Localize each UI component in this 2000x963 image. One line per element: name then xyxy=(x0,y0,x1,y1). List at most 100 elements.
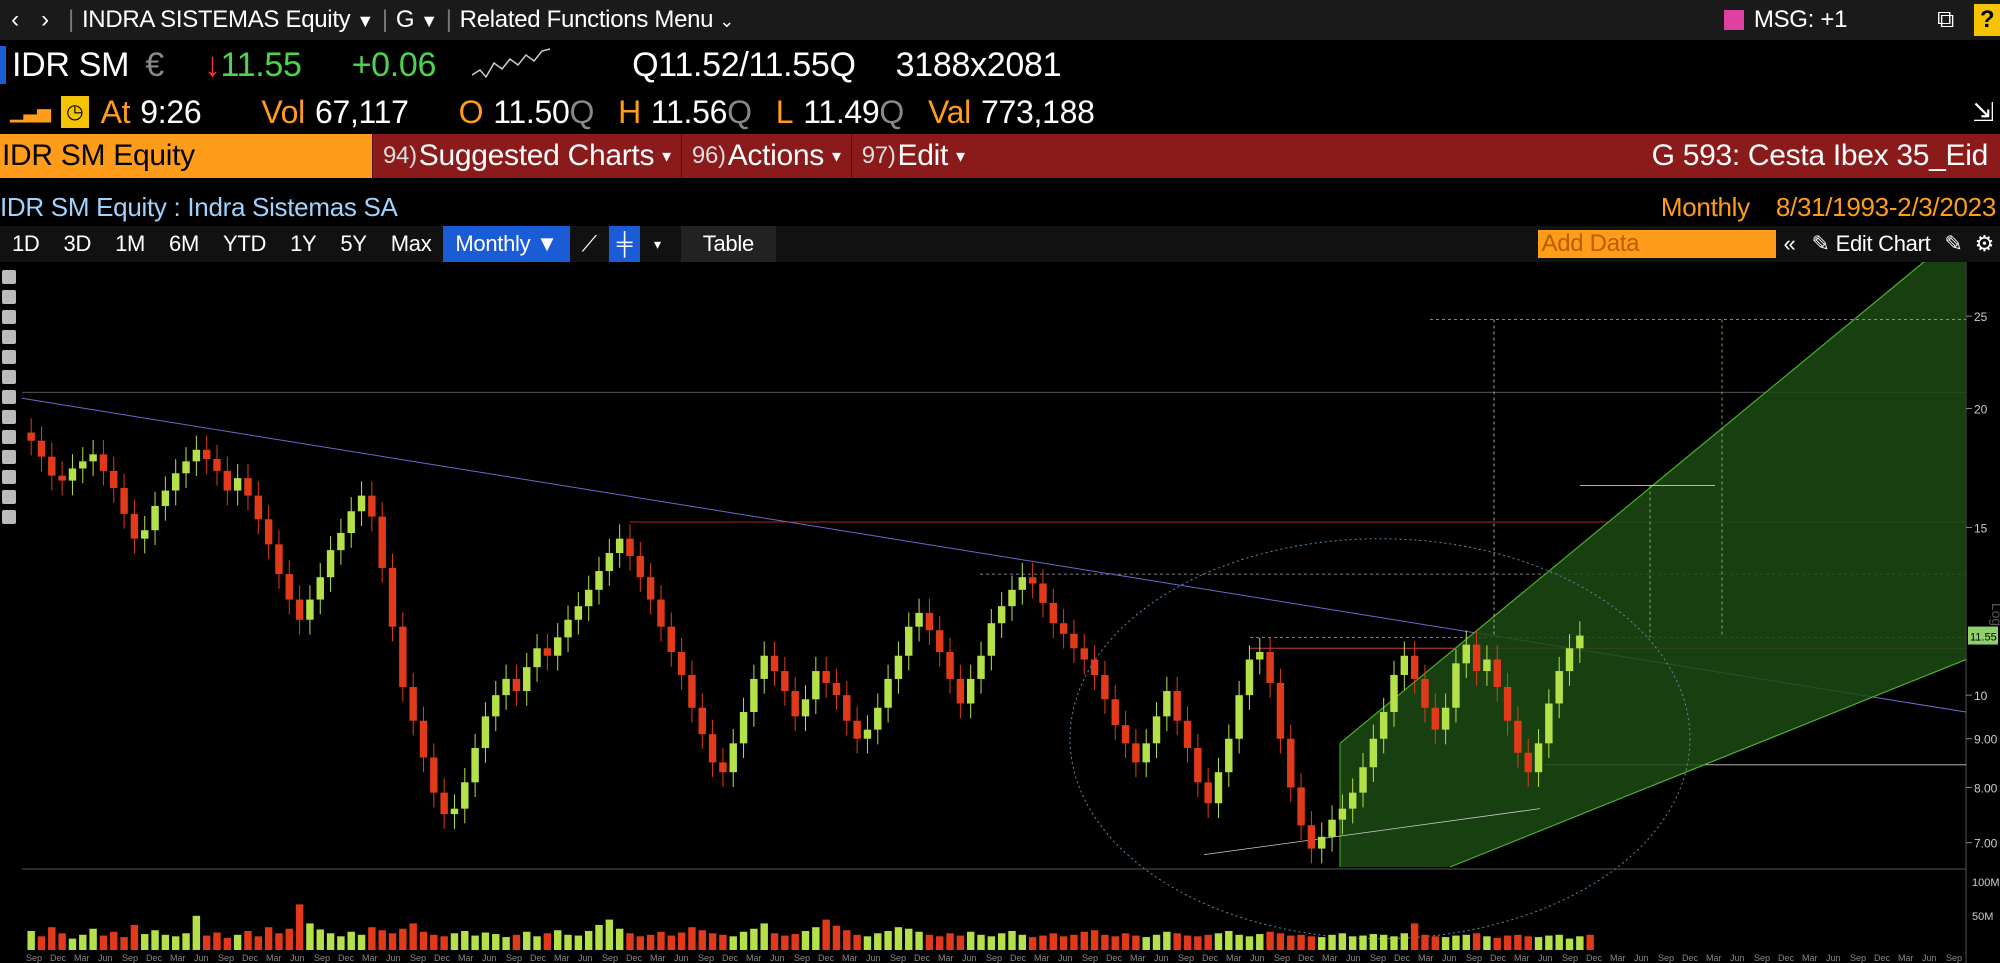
window-icon[interactable]: ⧉ xyxy=(1937,6,1954,34)
edit-menu[interactable]: 97) Edit ▾ xyxy=(850,134,975,178)
volume-bar xyxy=(1348,936,1357,950)
candle-body xyxy=(502,678,510,696)
candle-body xyxy=(141,530,149,539)
message-count[interactable]: MSG: +1 xyxy=(1754,6,1848,34)
candle-body xyxy=(595,571,603,590)
related-functions-menu[interactable]: Related Functions Menu ⌄ xyxy=(460,6,735,34)
range-max[interactable]: Max xyxy=(379,226,444,262)
volume-bar xyxy=(977,934,985,950)
candlestick-icon[interactable]: ╪ xyxy=(608,226,641,262)
frequency-dropdown[interactable]: Monthly ▼ xyxy=(443,226,570,262)
basket-label[interactable]: G 593: Cesta Ibex 35_Eid xyxy=(1652,139,1989,173)
back-arrow-icon[interactable]: ‹ xyxy=(0,6,30,34)
candle-body xyxy=(987,623,996,656)
add-data-input[interactable]: Add Data xyxy=(1537,230,1776,258)
suggested-charts-menu[interactable]: 94) Suggested Charts ▾ xyxy=(372,134,681,178)
x-tick-label: Mar xyxy=(74,953,90,963)
range-ytd[interactable]: YTD xyxy=(211,226,278,262)
settings-gear-icon[interactable]: ⚙ xyxy=(1969,226,2000,262)
chart-type-dropdown-icon[interactable]: ▾ xyxy=(640,226,675,262)
candle-body xyxy=(801,699,810,717)
candle-body xyxy=(605,553,614,572)
volume-bar xyxy=(1400,933,1409,950)
volume-bar xyxy=(502,937,510,950)
volume-bar xyxy=(1256,934,1264,950)
edit-chart-label: Edit Chart xyxy=(1835,231,1931,256)
price-chart[interactable]: 25 20 15 10 9.00 8.00 7.00 Log 11.55 100M 50M Sep De… xyxy=(0,262,2000,963)
volume-bar xyxy=(368,927,376,950)
candle-body xyxy=(1008,589,1016,607)
volume-bar xyxy=(275,933,283,950)
candle-body xyxy=(1235,695,1243,739)
candle-body xyxy=(1462,644,1470,664)
range-6m[interactable]: 6M xyxy=(157,226,211,262)
export-icon[interactable]: ⇲ xyxy=(1973,97,1995,128)
range-1y[interactable]: 1Y xyxy=(278,226,328,262)
volume-bar xyxy=(337,936,345,950)
candle-body xyxy=(275,544,283,575)
volume-bar xyxy=(584,931,593,950)
candle-body xyxy=(760,655,768,679)
x-tick-label: Mar xyxy=(1898,953,1914,963)
chart-info-row: IDR SM Equity : Indra Sistemas SA Monthl… xyxy=(0,188,2000,226)
candle-body xyxy=(1111,699,1119,726)
range-1m[interactable]: 1M xyxy=(103,226,157,262)
actions-menu[interactable]: 96) Actions ▾ xyxy=(680,134,851,178)
volume-bar xyxy=(1059,936,1068,950)
x-tick-label: Mar xyxy=(1514,953,1530,963)
candle-body xyxy=(1493,659,1501,687)
x-tick-label: Sep xyxy=(218,953,234,963)
volume-bar xyxy=(37,936,46,950)
open-label: O xyxy=(458,93,484,130)
candle-body xyxy=(68,468,77,481)
function-selector[interactable]: G ▼ xyxy=(396,6,438,34)
candle-body xyxy=(791,691,799,717)
message-icon[interactable] xyxy=(1723,10,1744,30)
range-1d[interactable]: 1D xyxy=(0,226,52,262)
candle-body xyxy=(1173,691,1181,721)
edit-chart-button[interactable]: ✎ Edit Chart xyxy=(1803,226,1938,262)
x-tick-label: Jun xyxy=(674,953,689,963)
volume-bar xyxy=(987,936,996,950)
volume-bar xyxy=(1287,935,1295,950)
volume-bar xyxy=(409,923,417,950)
security-ticker-box[interactable]: IDR SM Equity xyxy=(0,134,372,178)
candle-body xyxy=(1421,678,1429,708)
range-5y[interactable]: 5Y xyxy=(328,226,378,262)
chart-canvas[interactable]: 25 20 15 10 9.00 8.00 7.00 Log 11.55 100M 50M Sep De… xyxy=(0,262,2000,963)
volume-bar xyxy=(399,928,407,950)
table-button[interactable]: Table xyxy=(680,226,776,262)
forward-arrow-icon[interactable]: › xyxy=(30,6,60,34)
volume-bar xyxy=(1049,933,1058,950)
candle-body xyxy=(574,606,583,620)
x-tick-label: Sep xyxy=(1274,953,1290,963)
candle-body xyxy=(368,495,376,517)
line-chart-icon[interactable]: ⟋ xyxy=(570,226,609,262)
chevron-down-icon: ▼ xyxy=(356,11,374,31)
bid-ask: Q11.52/11.55Q xyxy=(632,45,856,84)
function-label: G xyxy=(395,6,415,33)
x-tick-label: Jun xyxy=(1346,953,1361,963)
volume-bar xyxy=(1586,934,1594,950)
security-selector[interactable]: INDRA SISTEMAS Equity ▼ xyxy=(82,6,374,34)
candle-body xyxy=(347,511,355,534)
volume-bar xyxy=(636,936,645,950)
candle-body xyxy=(1307,825,1316,849)
help-icon[interactable]: ? xyxy=(1974,4,2000,36)
high-q: Q xyxy=(727,93,752,130)
candle-body xyxy=(388,567,397,627)
candle-body xyxy=(27,432,35,441)
candle-body xyxy=(1297,787,1305,826)
volume-bar xyxy=(1276,933,1285,950)
volume-bar xyxy=(770,933,779,950)
x-tick-label: Dec xyxy=(1202,953,1219,963)
x-tick-label: Jun xyxy=(962,953,977,963)
candle-body xyxy=(822,671,830,683)
edit-icon[interactable]: ✎ xyxy=(1938,226,1968,262)
x-tick-label: Sep xyxy=(1178,953,1194,963)
range-3d[interactable]: 3D xyxy=(52,226,104,262)
candle-body xyxy=(966,678,975,704)
collapse-icon[interactable]: « xyxy=(1776,226,1804,262)
candle-body xyxy=(832,682,841,696)
volume-bar xyxy=(223,937,232,950)
